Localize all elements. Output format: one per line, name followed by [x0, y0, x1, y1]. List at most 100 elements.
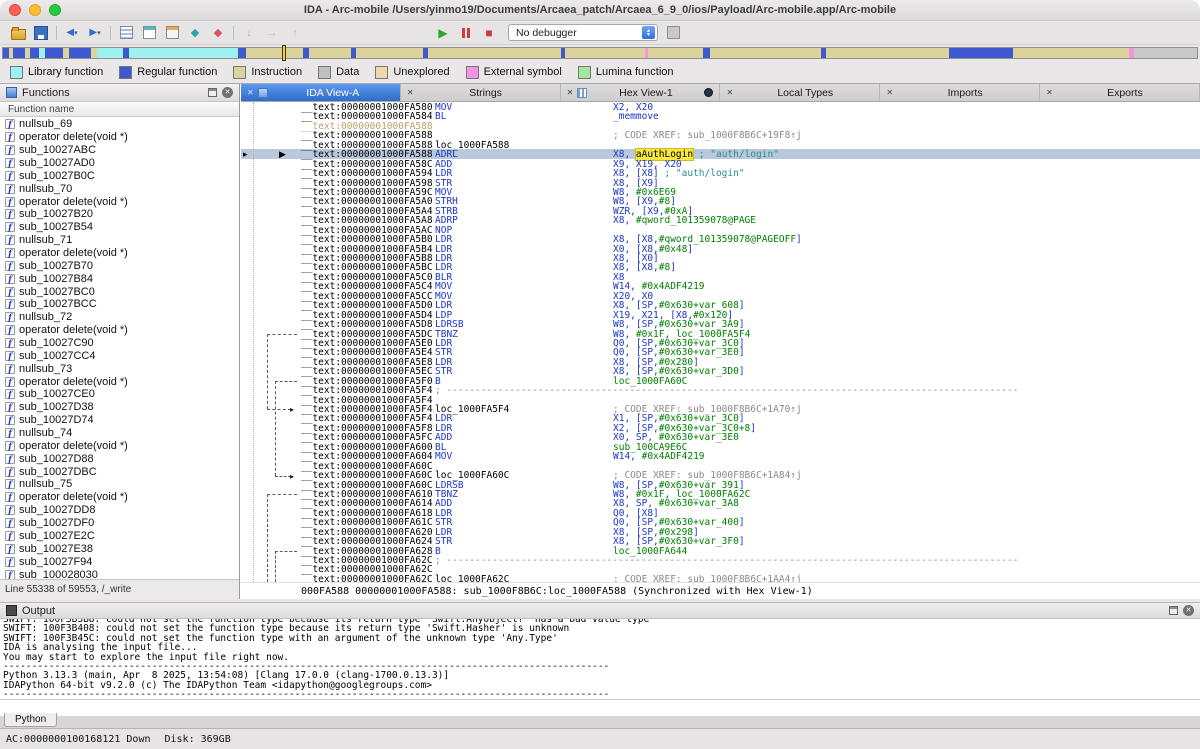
function-list-item[interactable]: fsub_10027F94 [0, 555, 239, 568]
function-list-item[interactable]: fsub_10027DF0 [0, 517, 239, 530]
tab-local-types[interactable]: ✕Local Types [720, 84, 880, 101]
xrefs-icon[interactable] [187, 25, 203, 41]
asm-line[interactable]: __text:00000001000FA5DCTBNZW8, #0x1F, lo… [241, 329, 1200, 338]
function-list-item[interactable]: foperator delete(void *) [0, 247, 239, 260]
close-tab-icon[interactable]: ✕ [407, 89, 414, 97]
function-list-item[interactable]: fsub_10027ABC [0, 144, 239, 157]
close-tab-icon[interactable]: ✕ [247, 89, 254, 97]
asm-line[interactable]: __text:00000001000FA5F8LDRX2, [SP,#0x630… [241, 423, 1200, 432]
disassembly-listing[interactable]: __text:00000001000FA580MOVX2, X20__text:… [241, 102, 1200, 582]
asm-line[interactable]: __text:00000001000FA5B8LDRX8, [X0] [241, 253, 1200, 262]
asm-line[interactable]: __text:00000001000FA5A8ADRPX8, #qword_10… [241, 215, 1200, 224]
asm-line[interactable]: __text:00000001000FA5CCMOVX20, X0 [241, 291, 1200, 300]
function-list-item[interactable]: fsub_10027AD0 [0, 157, 239, 170]
functions-column-header[interactable]: Function name [0, 102, 239, 117]
float-panel-icon[interactable] [208, 88, 217, 97]
asm-line[interactable]: __text:00000001000FA5D8LDRSBW8, [SP,#0x6… [241, 319, 1200, 328]
function-list-item[interactable]: fsub_100028030 [0, 568, 239, 579]
combo-arrows-icon[interactable] [642, 26, 655, 39]
asm-line[interactable]: __text:00000001000FA5D0LDRX8, [SP,#0x630… [241, 300, 1200, 309]
function-list-item[interactable]: fsub_10027E2C [0, 530, 239, 543]
function-list-item[interactable]: fsub_10027D74 [0, 414, 239, 427]
asm-line[interactable]: __text:00000001000FA588ADRLX8, aAuthLogi… [241, 149, 1200, 158]
asm-line[interactable]: __text:00000001000FA614ADDX8, SP, #0x630… [241, 498, 1200, 507]
close-panel-icon[interactable] [222, 87, 233, 98]
function-list-item[interactable]: fsub_10027B0C [0, 169, 239, 182]
run-until-return-icon[interactable] [287, 25, 303, 41]
close-window-button[interactable] [9, 4, 21, 16]
function-list-item[interactable]: fnullsub_72 [0, 311, 239, 324]
asm-line[interactable]: __text:00000001000FA60C [241, 461, 1200, 470]
asm-line[interactable]: __text:00000001000FA5D4LDPX19, X21, [X8,… [241, 310, 1200, 319]
asm-line[interactable]: __text:00000001000FA588; CODE XREF: sub_… [241, 130, 1200, 139]
navigate-back-icon[interactable] [64, 25, 80, 41]
functions-list[interactable]: fnullsub_69foperator delete(void *)fsub_… [0, 118, 239, 579]
asm-line[interactable]: __text:00000001000FA5C4MOVW14, #0x4ADF42… [241, 281, 1200, 290]
function-list-item[interactable]: fsub_10027BCC [0, 298, 239, 311]
asm-line[interactable]: __text:00000001000FA60CLDRSBW8, [SP,#0x6… [241, 480, 1200, 489]
asm-line[interactable]: __text:00000001000FA588 [241, 121, 1200, 130]
function-list-item[interactable]: foperator delete(void *) [0, 195, 239, 208]
tab-ida-view-a[interactable]: ✕IDA View-A [241, 84, 401, 101]
function-list-item[interactable]: fsub_10027D38 [0, 401, 239, 414]
asm-line[interactable]: __text:00000001000FA5F4; ---------------… [241, 385, 1200, 394]
open-file-icon[interactable] [10, 25, 26, 41]
asm-line[interactable]: __text:00000001000FA5FCADDX0, SP, #0x630… [241, 432, 1200, 441]
python-console-tab[interactable]: Python [4, 713, 57, 727]
asm-line[interactable]: __text:00000001000FA594LDRX8, [X8] ; "au… [241, 168, 1200, 177]
pause-process-icon[interactable] [458, 25, 474, 41]
close-tab-icon[interactable]: ✕ [1046, 89, 1053, 97]
debugger-options-icon[interactable] [665, 25, 681, 41]
function-list-item[interactable]: fsub_10027DD8 [0, 504, 239, 517]
function-list-item[interactable]: foperator delete(void *) [0, 439, 239, 452]
close-tab-icon[interactable]: ✕ [567, 89, 574, 97]
asm-line[interactable]: __text:00000001000FA59CMOVW8, #0x6E69 [241, 187, 1200, 196]
function-list-item[interactable]: foperator delete(void *) [0, 491, 239, 504]
function-list-item[interactable]: fsub_10027C90 [0, 337, 239, 350]
function-list-item[interactable]: fsub_10027B54 [0, 221, 239, 234]
function-list-item[interactable]: fnullsub_73 [0, 362, 239, 375]
function-list-item[interactable]: foperator delete(void *) [0, 375, 239, 388]
asm-line[interactable]: __text:00000001000FA61CSTRQ0, [SP,#0x630… [241, 517, 1200, 526]
asm-line[interactable]: __text:00000001000FA5ECSTRX8, [SP,#0x630… [241, 366, 1200, 375]
asm-line[interactable]: __text:00000001000FA604MOVW14, #0x4ADF42… [241, 451, 1200, 460]
asm-line[interactable]: __text:00000001000FA5A0STRHW8, [X9,#8] [241, 196, 1200, 205]
debugger-select[interactable]: No debugger [508, 24, 658, 41]
segments-window-icon[interactable] [164, 25, 180, 41]
function-list-item[interactable]: fsub_10027E38 [0, 542, 239, 555]
function-list-item[interactable]: fsub_10027DBC [0, 465, 239, 478]
function-list-item[interactable]: fsub_10027BC0 [0, 285, 239, 298]
navigation-band[interactable] [2, 47, 1198, 59]
close-tab-icon[interactable]: ✕ [726, 89, 733, 97]
asm-line[interactable]: __text:00000001000FA5C0BLRX8 [241, 272, 1200, 281]
step-over-icon[interactable] [264, 25, 280, 41]
asm-line[interactable]: __text:00000001000FA610TBNZW8, #0x1F, lo… [241, 489, 1200, 498]
function-list-item[interactable]: fnullsub_70 [0, 182, 239, 195]
close-output-icon[interactable] [1183, 605, 1194, 616]
minimize-window-button[interactable] [29, 4, 41, 16]
asm-line[interactable]: __text:00000001000FA5B0LDRX8, [X8,#qword… [241, 234, 1200, 243]
function-list-item[interactable]: fsub_10027D88 [0, 452, 239, 465]
windows-list-icon[interactable] [118, 25, 134, 41]
tab-hex-view-1[interactable]: ✕Hex View-1 [561, 84, 721, 101]
functions-window-icon[interactable] [141, 25, 157, 41]
asm-line[interactable]: __text:00000001000FA580MOVX2, X20 [241, 102, 1200, 111]
asm-line[interactable]: __text:00000001000FA5BCLDRX8, [X8,#8] [241, 262, 1200, 271]
save-file-icon[interactable] [33, 25, 49, 41]
function-list-item[interactable]: fnullsub_71 [0, 234, 239, 247]
function-list-item[interactable]: fnullsub_69 [0, 118, 239, 131]
function-list-item[interactable]: fnullsub_75 [0, 478, 239, 491]
asm-line[interactable]: __text:00000001000FA624STRX8, [SP,#0x630… [241, 536, 1200, 545]
asm-line[interactable]: __text:00000001000FA5A4STRBWZR, [X9,#0xA… [241, 206, 1200, 215]
float-output-icon[interactable] [1169, 606, 1178, 615]
asm-line[interactable]: __text:00000001000FA5E0LDRQ0, [SP,#0x630… [241, 338, 1200, 347]
navigate-forward-icon[interactable] [87, 25, 103, 41]
tab-imports[interactable]: ✕Imports [880, 84, 1040, 101]
asm-line[interactable]: __text:00000001000FA584BL_memmove [241, 111, 1200, 120]
close-tab-icon[interactable]: ✕ [886, 89, 893, 97]
start-process-icon[interactable] [435, 25, 451, 41]
function-list-item[interactable]: fsub_10027CC4 [0, 349, 239, 362]
asm-line[interactable]: __text:00000001000FA60Cloc_1000FA60C; CO… [241, 470, 1200, 479]
function-list-item[interactable]: fsub_10027B84 [0, 272, 239, 285]
function-list-item[interactable]: fsub_10027CE0 [0, 388, 239, 401]
